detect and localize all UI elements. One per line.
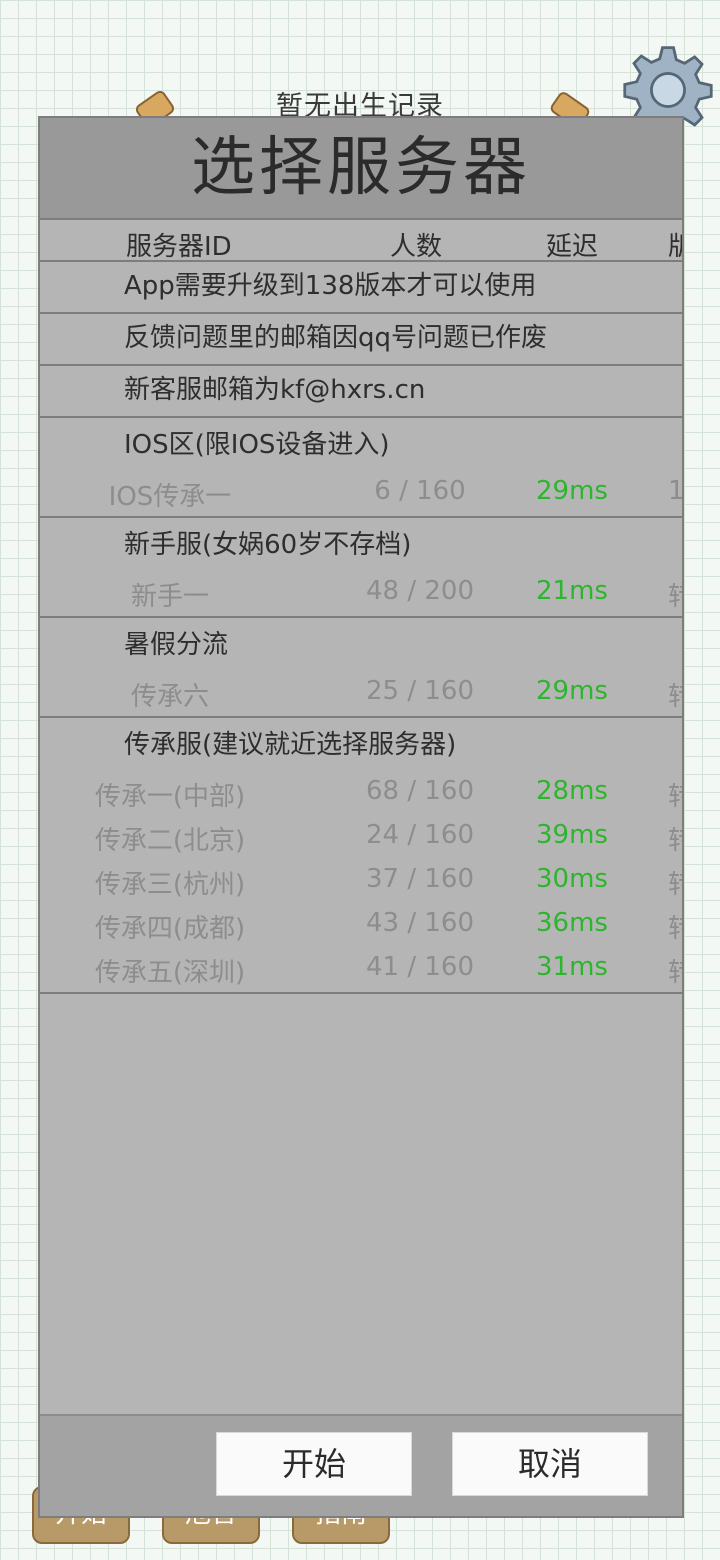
server-name: IOS传承一: [108, 482, 232, 512]
server-name: 新手一: [130, 582, 209, 612]
server-count: 24 / 160: [366, 820, 474, 850]
server-name: 传承五(深圳): [94, 958, 246, 988]
group-title: IOS区(限IOS设备进入): [124, 430, 390, 460]
server-ping: 29ms: [536, 476, 608, 506]
server-count: 37 / 160: [366, 864, 474, 894]
server-row[interactable]: 传承五(深圳) 41 / 160 31ms 转: [40, 946, 682, 990]
group-title: 新手服(女娲60岁不存档): [124, 530, 412, 560]
server-version: 转: [668, 576, 682, 613]
server-row[interactable]: 传承一(中部) 68 / 160 28ms 转: [40, 770, 682, 814]
group-title: 传承服(建议就近选择服务器): [124, 730, 457, 760]
server-count: 6 / 160: [374, 476, 466, 506]
server-row[interactable]: 传承四(成都) 43 / 160 36ms 转: [40, 902, 682, 946]
server-version: 转: [668, 820, 682, 857]
server-count: 48 / 200: [366, 576, 474, 606]
server-ping: 31ms: [536, 952, 608, 982]
dialog-title: 选择服务器: [40, 118, 682, 218]
server-version: 转: [668, 676, 682, 713]
server-ping: 39ms: [536, 820, 608, 850]
server-group-newbie: 新手服(女娲60岁不存档) 新手一 48 / 200 21ms 转: [40, 518, 682, 618]
server-version: 1: [668, 476, 684, 506]
server-name: 传承一(中部): [94, 782, 246, 812]
server-count: 68 / 160: [366, 776, 474, 806]
notice-upgrade: App需要升级到138版本才可以使用: [40, 262, 682, 314]
server-count: 41 / 160: [366, 952, 474, 982]
server-ping: 29ms: [536, 676, 608, 706]
server-row[interactable]: IOS传承一 6 / 160 29ms 1: [40, 470, 682, 514]
group-title: 暑假分流: [124, 630, 229, 660]
server-name: 传承三(杭州): [94, 870, 246, 900]
server-ping: 28ms: [536, 776, 608, 806]
column-latency: 延迟: [546, 232, 599, 262]
server-count: 25 / 160: [366, 676, 474, 706]
server-group-ios: IOS区(限IOS设备进入) IOS传承一 6 / 160 29ms 1: [40, 418, 682, 518]
start-button[interactable]: 开始: [216, 1432, 412, 1496]
server-version: 转: [668, 864, 682, 901]
server-name: 传承四(成都): [94, 914, 246, 944]
server-row[interactable]: 新手一 48 / 200 21ms 转: [40, 570, 682, 614]
server-ping: 21ms: [536, 576, 608, 606]
server-select-dialog: 选择服务器 服务器ID 人数 延迟 版 App需要升级到138版本才可以使用 反…: [38, 116, 684, 1518]
server-ping: 30ms: [536, 864, 608, 894]
column-version: 版: [668, 226, 682, 263]
server-name: 传承六: [130, 682, 209, 712]
column-server-id: 服务器ID: [126, 232, 232, 262]
server-version: 转: [668, 952, 682, 989]
notice-new-email: 新客服邮箱为kf@hxrs.cn: [40, 366, 682, 418]
server-row[interactable]: 传承二(北京) 24 / 160 39ms 转: [40, 814, 682, 858]
dialog-footer: 开始 取消: [40, 1414, 682, 1516]
server-ping: 36ms: [536, 908, 608, 938]
server-version: 转: [668, 776, 682, 813]
column-player-count: 人数: [390, 232, 443, 262]
column-header-row: 服务器ID 人数 延迟 版: [40, 218, 682, 262]
server-row[interactable]: 传承三(杭州) 37 / 160 30ms 转: [40, 858, 682, 902]
notice-email-deprecated: 反馈问题里的邮箱因qq号问题已作废: [40, 314, 682, 366]
server-group-inheritance: 传承服(建议就近选择服务器) 传承一(中部) 68 / 160 28ms 转 传…: [40, 718, 682, 994]
server-group-summer: 暑假分流 传承六 25 / 160 29ms 转: [40, 618, 682, 718]
server-name: 传承二(北京): [94, 826, 246, 856]
cancel-button[interactable]: 取消: [452, 1432, 648, 1496]
server-count: 43 / 160: [366, 908, 474, 938]
server-version: 转: [668, 908, 682, 945]
server-row[interactable]: 传承六 25 / 160 29ms 转: [40, 670, 682, 714]
